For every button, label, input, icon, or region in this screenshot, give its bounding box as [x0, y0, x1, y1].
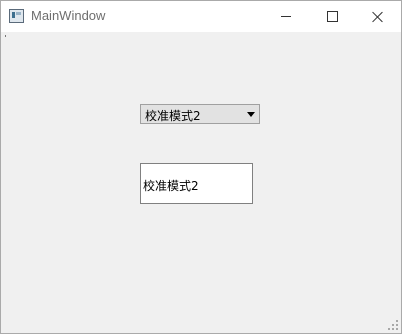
dropdown-arrow-icon[interactable] [247, 112, 255, 117]
menu-bar-handle [5, 35, 6, 37]
window-title: MainWindow [31, 8, 106, 23]
maximize-button[interactable] [309, 1, 355, 32]
qt-window-icon[interactable] [9, 9, 24, 23]
close-icon [372, 11, 384, 23]
combobox-selected-value: 校准模式2 [145, 109, 201, 123]
close-button[interactable] [355, 1, 401, 32]
minimize-button[interactable] [263, 1, 309, 32]
mode-display-text: 校准模式2 [143, 179, 199, 193]
minimize-icon [281, 16, 291, 17]
mode-combobox[interactable]: 校准模式2 [140, 104, 260, 124]
mode-display-label: 校准模式2 [140, 163, 253, 204]
title-bar[interactable]: MainWindow [1, 1, 401, 32]
menu-bar[interactable] [1, 32, 401, 40]
main-window: MainWindow 校准模式2 校准模式2 [0, 0, 402, 334]
maximize-icon [326, 11, 338, 22]
resize-grip-icon[interactable] [388, 320, 398, 330]
